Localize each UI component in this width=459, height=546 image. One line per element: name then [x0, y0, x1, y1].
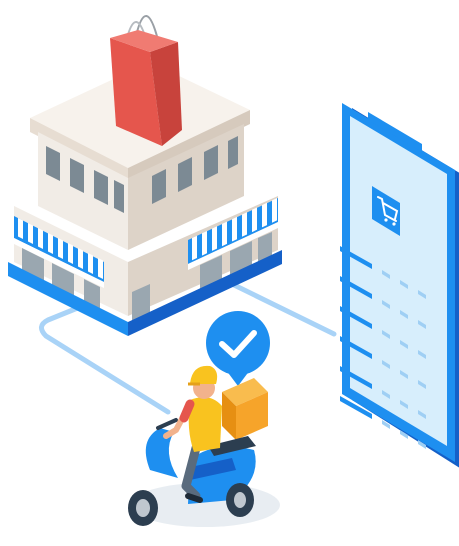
- awning-stripe: [78, 248, 83, 269]
- awning-stripe: [98, 258, 103, 279]
- awning-stripe: [18, 218, 23, 239]
- awning-stripe: [202, 231, 207, 256]
- awning-stripe: [212, 226, 217, 251]
- awning-stripe: [68, 243, 73, 264]
- awning-stripe: [222, 221, 227, 247]
- awning-stripe: [48, 233, 53, 254]
- awning-stripe: [192, 235, 197, 261]
- awning-stripe: [232, 216, 237, 242]
- awning-stripe: [28, 223, 33, 244]
- awning-stripe: [88, 253, 93, 274]
- delivery-illustration: [8, 15, 459, 527]
- delivery-scooter-icon: [128, 365, 280, 527]
- awning-stripe: [58, 238, 63, 259]
- shopping-bag-icon: [110, 15, 182, 146]
- awning-stripe: [262, 202, 267, 228]
- smartphone-icon: [340, 103, 459, 468]
- awning-stripe: [242, 212, 247, 237]
- awning-stripe: [272, 198, 277, 223]
- awning-stripe: [38, 228, 43, 249]
- awning-stripe: [252, 207, 257, 233]
